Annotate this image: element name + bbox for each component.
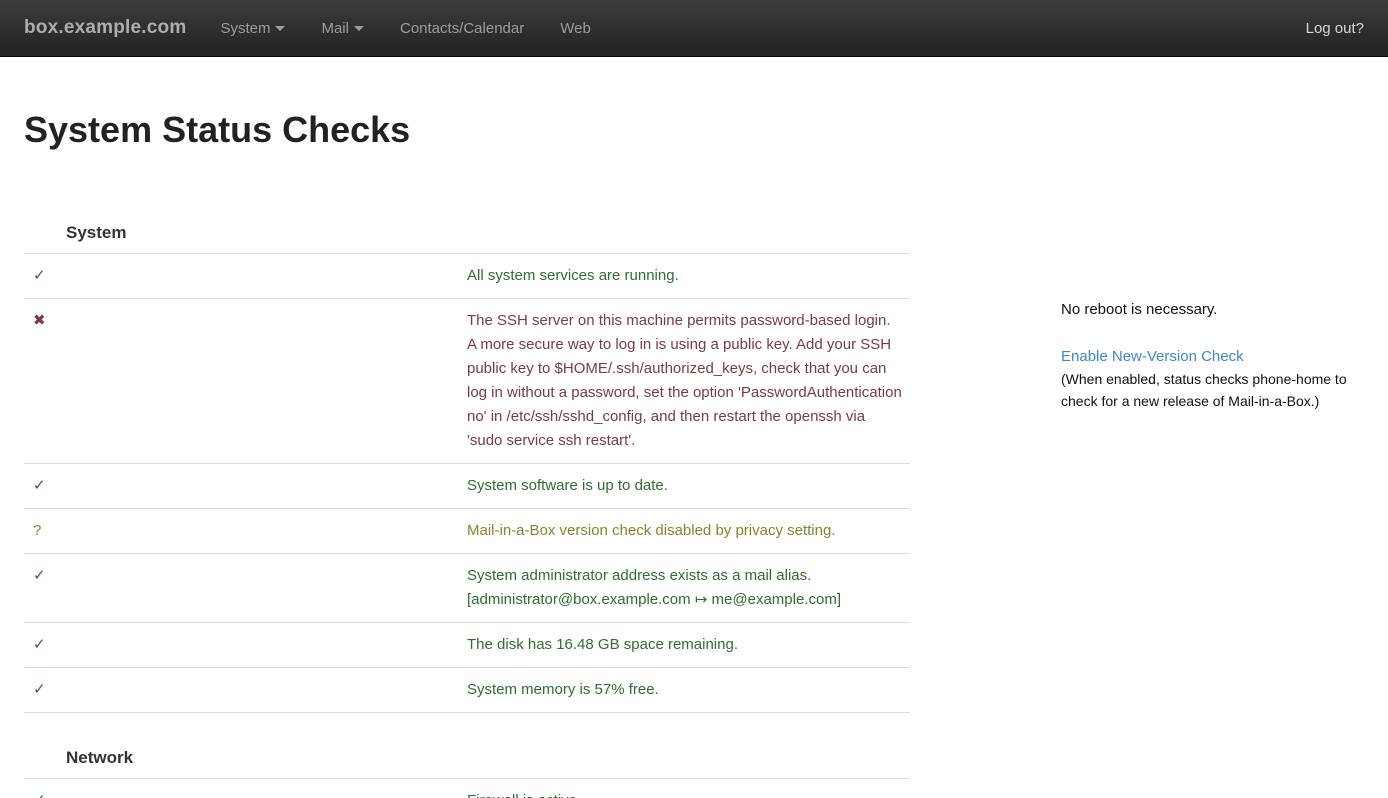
section-heading: Network: [24, 713, 910, 779]
nav-item-system-label: System: [220, 20, 270, 37]
nav-item-web[interactable]: Web: [542, 0, 609, 57]
version-check-note: (When enabled, status checks phone-home …: [1061, 368, 1373, 412]
status-check-text: Firewall is active.: [467, 779, 910, 798]
nav-item-mail-label: Mail: [321, 20, 349, 37]
status-check-text: System software is up to date.: [467, 464, 910, 509]
status-check-text: The disk has 16.48 GB space remaining.: [467, 623, 910, 668]
page-title: System Status Checks: [24, 109, 1388, 151]
status-check-row: ✓System memory is 57% free.: [24, 668, 910, 713]
status-ok-icon: ✓: [24, 668, 467, 713]
system-checks-table: System✓All system services are running.✖…: [24, 188, 910, 798]
caret-down-icon: [275, 26, 285, 31]
nav-item-mail[interactable]: Mail: [303, 0, 382, 57]
status-check-text: System memory is 57% free.: [467, 668, 910, 713]
status-ok-icon: ✓: [24, 779, 467, 798]
navbar: box.example.com System Mail Contacts/Cal…: [0, 0, 1388, 57]
status-check-row: ✓The disk has 16.48 GB space remaining.: [24, 623, 910, 668]
version-check-block: Enable New-Version Check (When enabled, …: [1061, 346, 1373, 412]
status-check-row: ✓System administrator address exists as …: [24, 554, 910, 623]
status-check-text: All system services are running.: [467, 254, 910, 299]
status-check-row: ?Mail-in-a-Box version check disabled by…: [24, 509, 910, 554]
status-error-icon: ✖: [24, 299, 467, 464]
status-ok-icon: ✓: [24, 554, 467, 623]
section-heading-row: Network: [24, 713, 910, 779]
status-ok-icon: ✓: [24, 464, 467, 509]
section-heading: System: [24, 188, 910, 254]
nav-item-contacts-calendar[interactable]: Contacts/Calendar: [382, 0, 542, 57]
status-check-text: Mail-in-a-Box version check disabled by …: [467, 509, 910, 554]
status-check-row: ✓All system services are running.: [24, 254, 910, 299]
caret-down-icon: [354, 26, 364, 31]
page-body: System Status Checks System✓All system s…: [0, 109, 1388, 798]
status-check-text: The SSH server on this machine permits p…: [467, 299, 910, 464]
status-check-row: ✖The SSH server on this machine permits …: [24, 299, 910, 464]
section-heading-row: System: [24, 188, 910, 254]
status-check-row: ✓Firewall is active.: [24, 779, 910, 798]
status-ok-icon: ✓: [24, 254, 467, 299]
nav-item-system[interactable]: System: [202, 0, 303, 57]
status-warning-icon: ?: [24, 509, 467, 554]
reboot-status-text: No reboot is necessary.: [1061, 299, 1373, 320]
status-check-row: ✓System software is up to date.: [24, 464, 910, 509]
navbar-brand[interactable]: box.example.com: [0, 17, 186, 39]
navbar-menu: System Mail Contacts/Calendar Web: [202, 0, 608, 57]
status-check-text: System administrator address exists as a…: [467, 554, 910, 623]
status-ok-icon: ✓: [24, 623, 467, 668]
enable-version-check-link[interactable]: Enable New-Version Check: [1061, 346, 1244, 367]
checks-table-body: System✓All system services are running.✖…: [24, 188, 910, 798]
status-side-panel: No reboot is necessary. Enable New-Versi…: [1061, 299, 1373, 412]
logout-link[interactable]: Log out?: [1306, 20, 1388, 37]
